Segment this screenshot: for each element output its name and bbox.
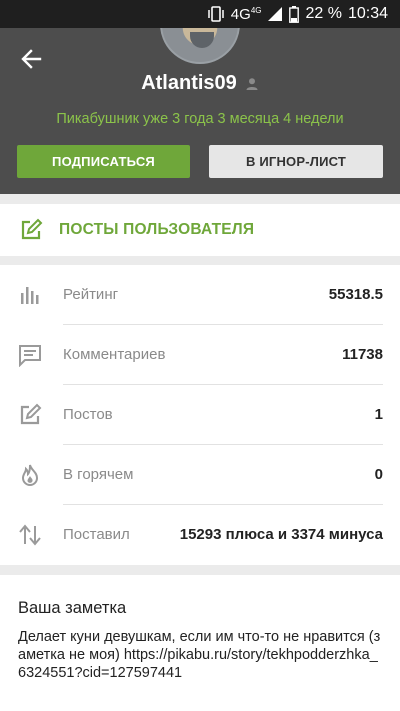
edit-icon: [20, 403, 42, 425]
stat-label: Постов: [63, 406, 113, 423]
fire-icon: [21, 464, 39, 486]
subscribe-button[interactable]: ПОДПИСАТЬСЯ: [17, 145, 190, 178]
network-indicator: 4G4G: [230, 5, 262, 23]
stat-row-comments[interactable]: Комментариев 11738: [0, 325, 400, 385]
stat-value: 15293 плюса и 3374 минуса: [179, 526, 383, 543]
stat-row-votes: Поставил 15293 плюса и 3374 минуса: [0, 505, 400, 565]
tenure-text: Пикабушник уже 3 года 3 месяца 4 недели: [56, 111, 344, 127]
battery-percent: 22 %: [305, 5, 342, 22]
stat-value: 11738: [342, 346, 383, 363]
stat-label: В горячем: [63, 466, 134, 483]
stat-value: 1: [374, 406, 383, 423]
vibrate-icon: [208, 6, 224, 22]
back-button[interactable]: [18, 47, 46, 71]
arrow-left-icon: [21, 49, 42, 69]
stat-row-rating: Рейтинг 55318.5: [0, 265, 400, 325]
stat-value: 0: [374, 466, 383, 483]
stat-value: 55318.5: [328, 286, 383, 303]
avatar-face: [190, 32, 214, 48]
stat-label: Поставил: [63, 526, 130, 543]
stats-card: Рейтинг 55318.5 Комментариев 11738 Посто…: [0, 265, 400, 565]
stat-row-posts[interactable]: Постов 1: [0, 385, 400, 445]
user-posts-link[interactable]: ПОСТЫ ПОЛЬЗОВАТЕЛЯ: [0, 204, 400, 256]
ignore-list-button[interactable]: В ИГНОР-ЛИСТ: [209, 145, 383, 178]
status-bar: 4G4G 22 % 10:34: [0, 0, 400, 28]
user-posts-label: ПОСТЫ ПОЛЬЗОВАТЕЛЯ: [59, 221, 255, 238]
stat-label: Комментариев: [63, 346, 166, 363]
user-icon: [246, 77, 258, 90]
clock: 10:34: [347, 5, 388, 22]
username-row: Atlantis09: [0, 72, 400, 95]
note-card[interactable]: Ваша заметка Делает куни девушкам, если …: [0, 575, 400, 711]
stat-label: Рейтинг: [63, 286, 119, 303]
note-text: Делает куни девушкам, если им что-то не …: [18, 629, 381, 681]
edit-icon: [21, 218, 43, 240]
profile-header: Atlantis09 Пикабушник уже 3 года 3 месяц…: [0, 28, 400, 194]
avatar[interactable]: [160, 28, 240, 64]
up-down-arrows-icon: [19, 524, 41, 546]
battery-icon: [289, 5, 300, 23]
note-title: Ваша заметка: [18, 599, 127, 617]
comment-icon: [19, 345, 41, 367]
stat-row-hot[interactable]: В горячем 0: [0, 445, 400, 505]
rating-bars-icon: [21, 287, 39, 304]
signal-icon: [268, 7, 283, 21]
username: Atlantis09: [141, 72, 237, 94]
